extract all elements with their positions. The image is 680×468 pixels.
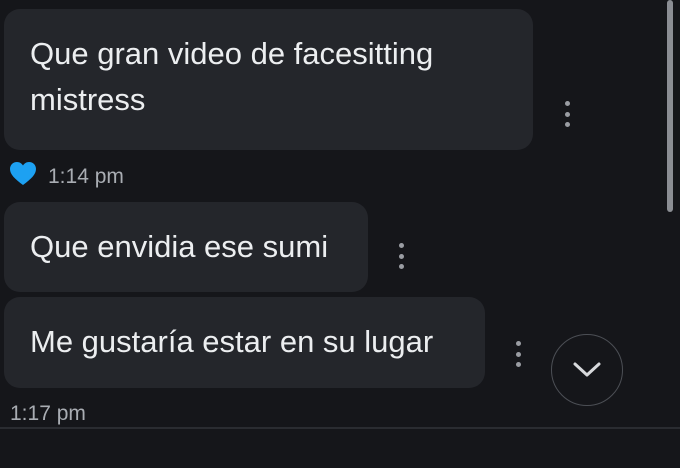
scroll-to-bottom-button[interactable] xyxy=(551,334,623,406)
message-bubble[interactable]: Que envidia ese sumi xyxy=(4,202,368,292)
composer-divider xyxy=(0,427,680,429)
message-timestamp: 1:17 pm xyxy=(10,402,86,425)
message-bubble[interactable]: Que gran video de facesitting mistress xyxy=(4,9,533,150)
message-text-line: mistress xyxy=(30,82,146,117)
scrollbar[interactable] xyxy=(667,0,673,212)
more-options-icon[interactable] xyxy=(564,101,570,127)
chevron-down-icon xyxy=(573,362,601,377)
more-options-icon[interactable] xyxy=(398,243,404,269)
more-options-icon[interactable] xyxy=(515,341,521,367)
message-text: Me gustaría estar en su lugar xyxy=(30,324,434,359)
heart-icon[interactable] xyxy=(10,162,36,186)
message-timestamp: 1:14 pm xyxy=(48,165,124,188)
message-bubble[interactable]: Me gustaría estar en su lugar xyxy=(4,297,485,388)
message-text: Que envidia ese sumi xyxy=(30,229,329,264)
message-text-line: Que gran video de facesitting xyxy=(30,36,434,71)
